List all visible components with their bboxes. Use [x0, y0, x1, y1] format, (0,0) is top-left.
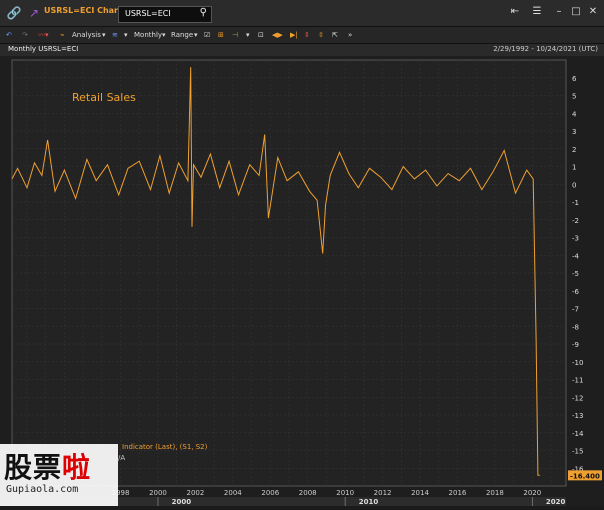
range-dropdown-icon[interactable]: ▾	[194, 28, 198, 42]
chart-series-label: Monthly USRSL=ECI	[8, 45, 79, 53]
dropdown-icon[interactable]: ▾	[246, 28, 250, 42]
title-bar: 🔗 ↗ USRSL=ECI Chart USRSL=ECI ⚲ ⇤ ☰ – □ …	[0, 0, 604, 27]
y-tick-label: -4	[572, 252, 580, 260]
legend-series-label: Indicator (Last), (S1, S2)	[122, 443, 208, 451]
legend-value-label: /A	[118, 454, 125, 462]
analysis-icon[interactable]: ⌁	[60, 28, 64, 42]
pointer-icon[interactable]: ⇱	[332, 28, 338, 42]
checkbox-icon[interactable]: ☑	[204, 28, 210, 42]
y-tick-label: -15	[572, 448, 583, 456]
x-tick-label: 2014	[411, 489, 429, 497]
x-tick-label: 2018	[486, 489, 504, 497]
collapse-icon[interactable]: ⇳	[318, 28, 324, 42]
watermark-logo: 股票啦 Gupiaola.com	[0, 444, 118, 506]
watermark-title: 股票啦	[4, 451, 92, 484]
line-style-icon[interactable]: 〰▾	[38, 28, 49, 42]
y-tick-label: -1	[572, 199, 579, 207]
chart-window: 🔗 ↗ USRSL=ECI Chart USRSL=ECI ⚲ ⇤ ☰ – □ …	[0, 0, 604, 506]
y-tick-label: 2	[572, 146, 576, 154]
y-tick-label: -5	[572, 270, 579, 278]
scroll-left-icon[interactable]: ◀▶	[272, 28, 283, 42]
x-tick-label: 2002	[187, 489, 205, 497]
analysis-menu[interactable]: Analysis	[72, 28, 101, 42]
maximize-icon[interactable]: □	[569, 6, 583, 17]
trend-icon[interactable]: ⊣	[232, 28, 238, 42]
analysis-dropdown-icon[interactable]: ▾	[102, 28, 106, 42]
x-tick-label: 2016	[449, 489, 467, 497]
x-tick-label: 2006	[261, 489, 279, 497]
more-icon[interactable]: »	[348, 28, 352, 42]
y-tick-label: -7	[572, 306, 579, 314]
x-tick-label: 2020	[523, 489, 541, 497]
interval-menu[interactable]: Monthly	[134, 28, 162, 42]
y-tick-label: 1	[572, 164, 576, 172]
y-tick-label: 4	[572, 110, 577, 118]
x-tick-label: 2008	[299, 489, 317, 497]
y-tick-label: 0	[572, 181, 576, 189]
y-tick-label: -13	[572, 412, 583, 420]
y-tick-label: -12	[572, 394, 583, 402]
menu-icon[interactable]: ☰	[530, 6, 544, 17]
chart-title: Retail Sales	[72, 91, 136, 104]
y-tick-label: -9	[572, 341, 579, 349]
crosshair-icon[interactable]: ⊞	[218, 28, 224, 42]
x-tick-label: 2000	[149, 489, 167, 497]
x-tick-label: 2012	[374, 489, 392, 497]
close-icon[interactable]: ✕	[586, 6, 600, 17]
minimize-icon[interactable]: –	[552, 6, 566, 17]
link-icon[interactable]: 🔗	[6, 5, 22, 21]
search-icon[interactable]: ⚲	[200, 7, 207, 18]
range-menu[interactable]: Range	[171, 28, 193, 42]
search-box[interactable]: USRSL=ECI ⚲	[118, 6, 212, 23]
last-value-label: -16.400	[570, 472, 600, 480]
y-tick-label: 3	[572, 128, 576, 136]
chart-area[interactable]: 6 5 4 3 2 1 0 -1 -2 -3 -4 -5 -6 -7 -8 -9 -10 -11 -12 -13 -14…	[0, 56, 604, 506]
scroll-end-icon[interactable]: ▶|	[290, 28, 298, 42]
x-decade-label: 2000	[172, 498, 192, 506]
y-tick-label: -3	[572, 235, 579, 243]
dock-icon[interactable]: ⇤	[508, 6, 522, 17]
y-tick-label: -10	[572, 359, 583, 367]
x-decade-label: 2010	[359, 498, 379, 506]
x-tick-label: 2004	[224, 489, 242, 497]
x-tick-label: 2010	[336, 489, 354, 497]
y-tick-label: -14	[572, 430, 584, 438]
zoom-vertical-icon[interactable]: ⇕	[304, 28, 310, 42]
chart-toolbar: ↶ ↷ 〰▾ ⌁ Analysis ▾ ≋ ▾ Monthly ▾ Range …	[0, 27, 604, 44]
y-tick-label: -6	[572, 288, 580, 296]
line-chart[interactable]: 6 5 4 3 2 1 0 -1 -2 -3 -4 -5 -6 -7 -8 -9 -10 -11 -12 -13 -14…	[0, 56, 604, 506]
undo-icon[interactable]: ↶	[6, 28, 12, 42]
y-tick-label: 5	[572, 93, 576, 101]
x-decade-label: 2020	[546, 498, 566, 506]
chart-date-range: 2/29/1992 - 10/24/2021 (UTC)	[493, 45, 598, 53]
wave-dropdown-icon[interactable]: ▾	[124, 28, 128, 42]
chart-header: Monthly USRSL=ECI 2/29/1992 - 10/24/2021…	[0, 44, 604, 56]
y-tick-label: -2	[572, 217, 579, 225]
y-tick-label: -8	[572, 323, 579, 331]
chart-app-icon: ↗	[28, 6, 40, 20]
y-tick-label: 6	[572, 75, 577, 83]
wave-icon[interactable]: ≋	[112, 28, 118, 42]
redo-icon[interactable]: ↷	[22, 28, 28, 42]
watermark-site: Gupiaola.com	[6, 484, 79, 495]
zoom-fit-icon[interactable]: ⊡	[258, 28, 264, 42]
interval-dropdown-icon[interactable]: ▾	[162, 28, 166, 42]
y-tick-label: -11	[572, 377, 583, 385]
app-title: USRSL=ECI Chart	[44, 6, 122, 15]
search-input[interactable]: USRSL=ECI	[125, 9, 171, 18]
